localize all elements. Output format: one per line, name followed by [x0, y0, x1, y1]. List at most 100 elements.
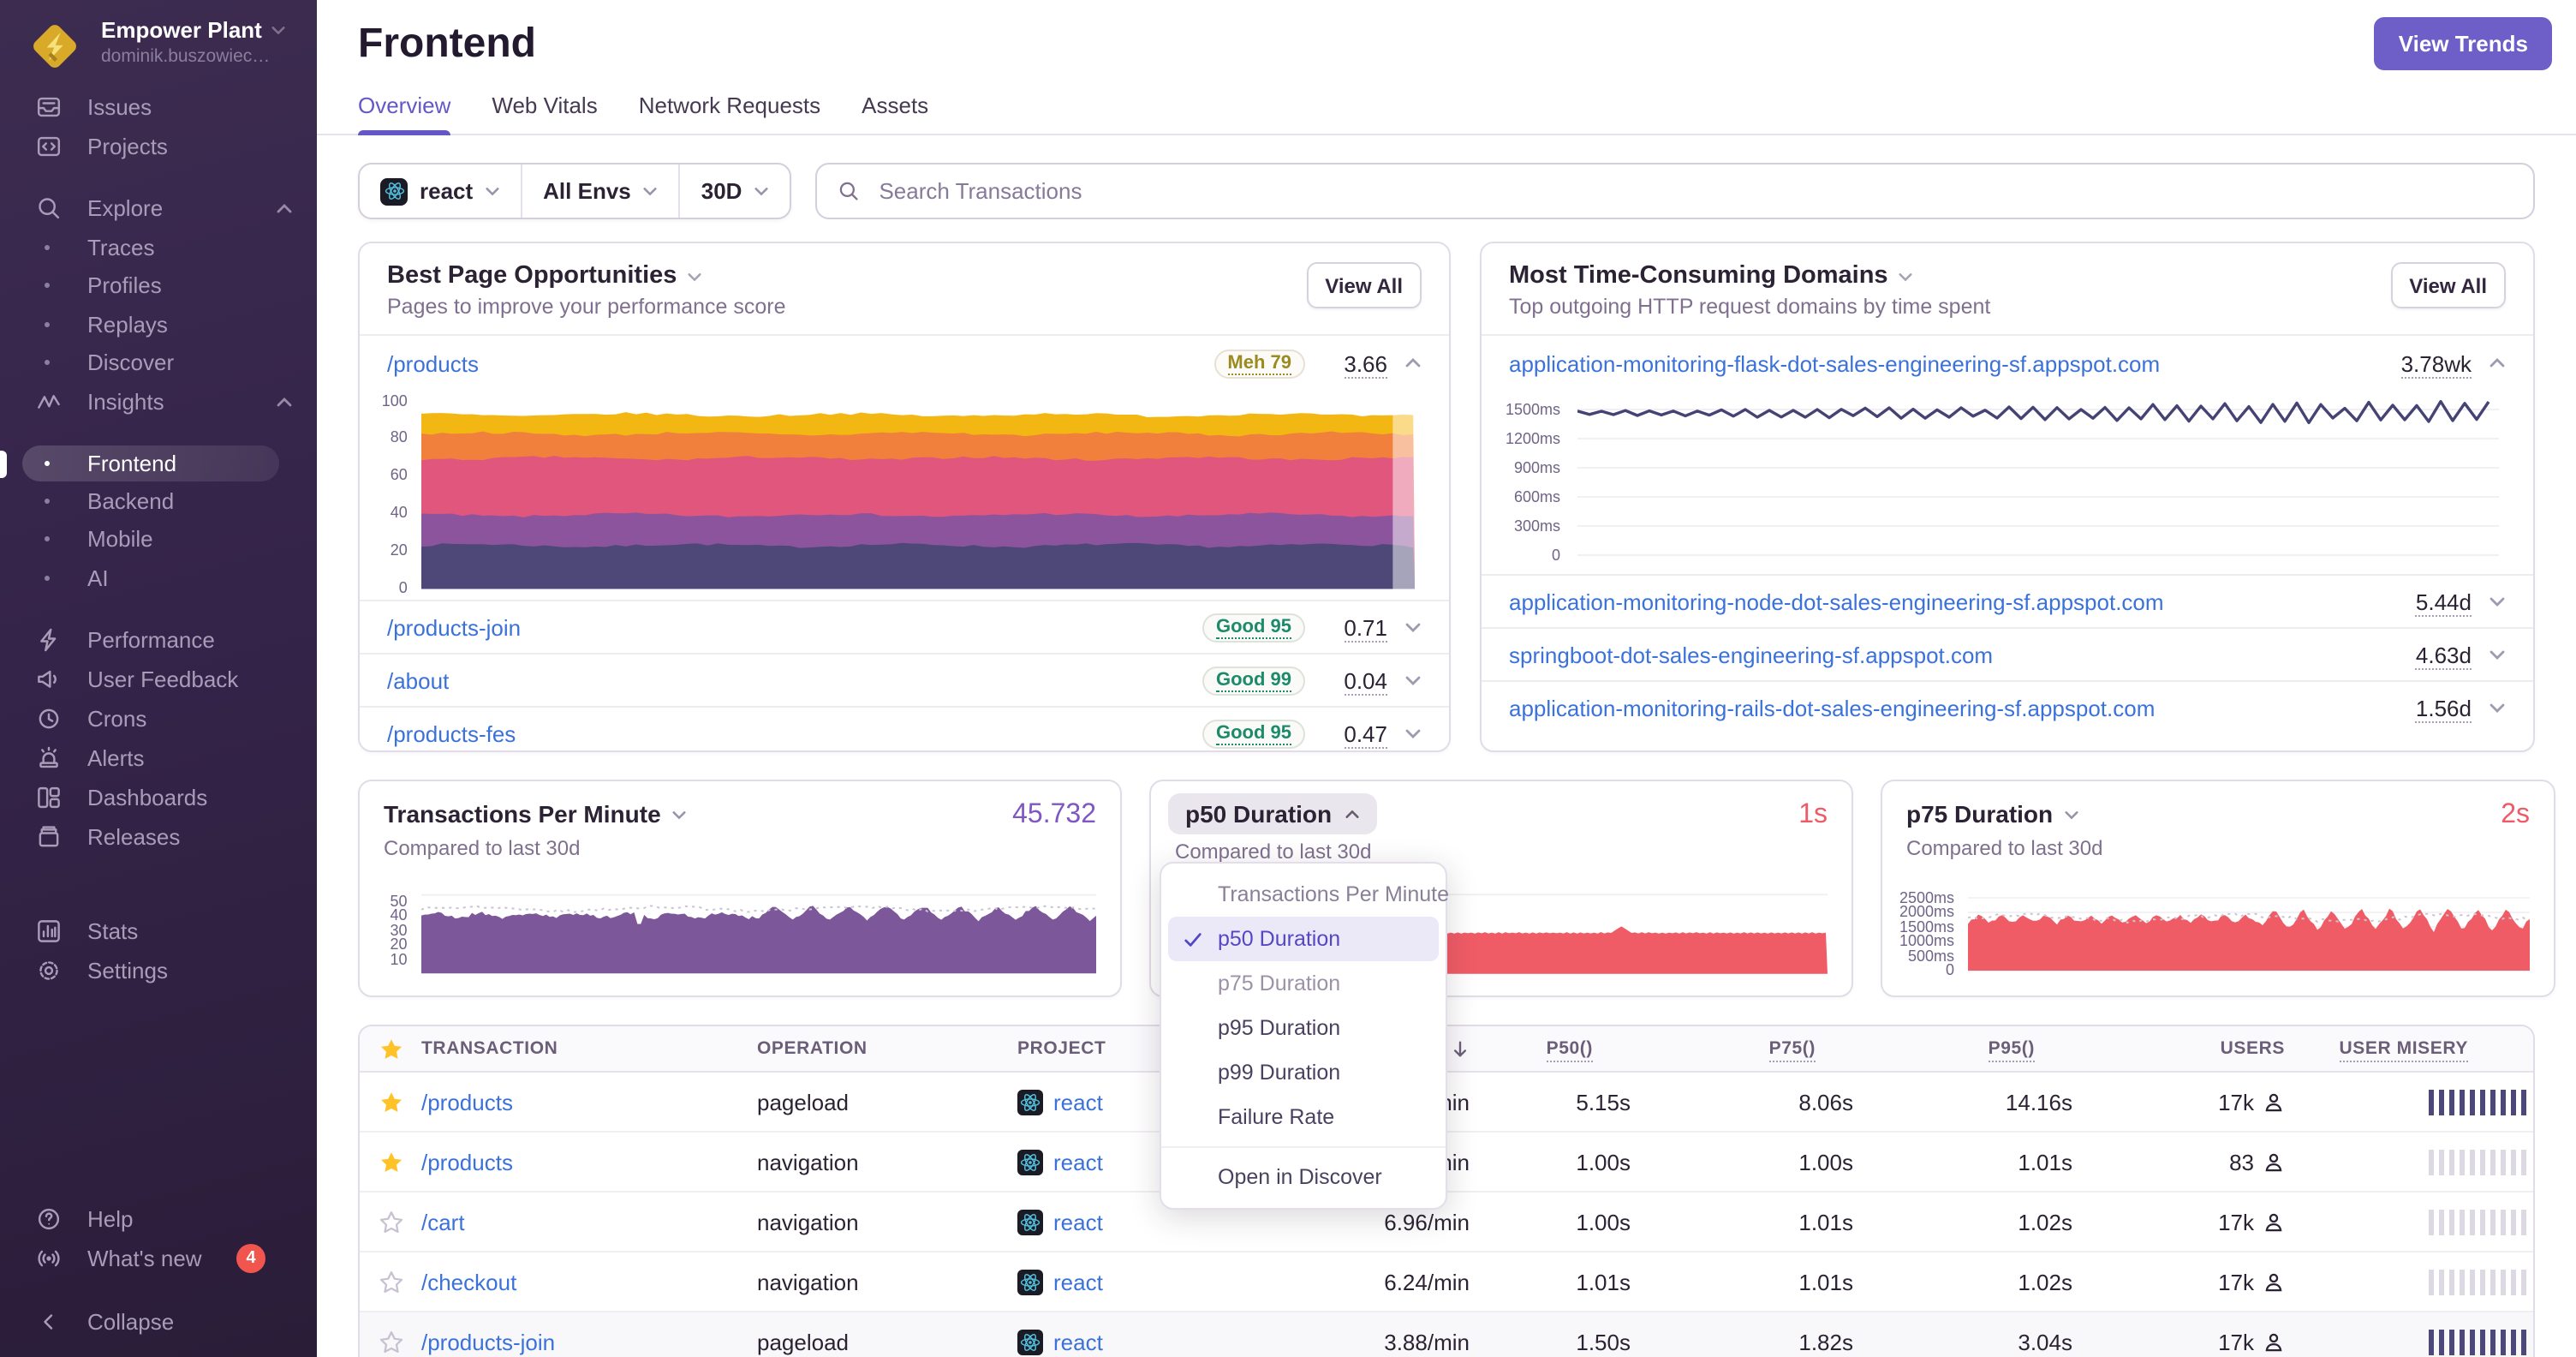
table-row: /products-join pageload react 3.88/min 1.50s…: [360, 1312, 2533, 1357]
opportunity-score-value: 0.71: [1326, 614, 1387, 642]
p75-chart[interactable]: 2500ms 2000ms 1500ms 1000ms 500ms 0: [1899, 889, 2530, 978]
operation-cell: navigation: [757, 1209, 859, 1234]
star-outline-icon[interactable]: [360, 1269, 421, 1294]
sidebar-item-stats[interactable]: Stats: [0, 911, 317, 950]
sidebar-item-frontend[interactable]: Frontend: [0, 445, 279, 481]
domain-time-chart[interactable]: 1500ms 1200ms 900ms 600ms 300ms 0: [1482, 391, 2533, 574]
best-pages-title-dropdown[interactable]: Best Page Opportunities: [387, 262, 1306, 290]
sidebar-item-settings[interactable]: Settings: [0, 950, 317, 989]
tab-overview[interactable]: Overview: [358, 93, 451, 135]
domain-link[interactable]: springboot-dot-sales-engineering-sf.apps…: [1509, 642, 1993, 667]
transaction-link[interactable]: /cart: [421, 1209, 465, 1234]
sidebar-item-label: Crons: [87, 705, 147, 731]
domains-view-all-button[interactable]: View All: [2390, 262, 2506, 308]
sidebar-item-discover[interactable]: Discover: [0, 344, 317, 382]
domains-rows: application-monitoring-node-dot-sales-en…: [1482, 574, 2533, 733]
table-header-p75-[interactable]: P75(): [1637, 1038, 1860, 1062]
sidebar-item-dashboards[interactable]: Dashboards: [0, 777, 317, 816]
sidebar-item-explore[interactable]: Explore: [0, 188, 317, 228]
axis-tick-label: 0: [1945, 961, 1954, 978]
domain-link[interactable]: application-monitoring-node-dot-sales-en…: [1509, 589, 2164, 614]
sidebar-item-issues[interactable]: Issues: [0, 87, 317, 127]
sidebar-item-backend[interactable]: Backend: [0, 481, 317, 520]
sidebar-item-performance[interactable]: Performance: [0, 619, 317, 659]
tab-network-requests[interactable]: Network Requests: [639, 93, 820, 134]
chevron-down-icon[interactable]: [1404, 672, 1422, 689]
sidebar-item-profiles[interactable]: Profiles: [0, 266, 317, 305]
star-outline-icon[interactable]: [360, 1329, 421, 1354]
chevron-up-icon[interactable]: [2489, 355, 2506, 372]
page-score-chart[interactable]: 100 80 60 40 20 0: [360, 391, 1449, 600]
sidebar-item-user-feedback[interactable]: User Feedback: [0, 659, 317, 698]
menu-item-p75-duration[interactable]: p75 Duration: [1168, 961, 1439, 1006]
transaction-link[interactable]: /products-join: [421, 1329, 555, 1354]
project-link[interactable]: react: [1053, 1089, 1103, 1115]
sidebar-section: Explore Traces Profiles Replays Discover Insi…: [0, 188, 317, 597]
table-header-user-misery[interactable]: USER MISERY: [2292, 1038, 2533, 1062]
transaction-link[interactable]: /products: [387, 350, 479, 376]
tpm-chart[interactable]: 50 40 30 20 10: [384, 884, 1096, 975]
sidebar-item-releases[interactable]: Releases: [0, 816, 317, 856]
sidebar-item-alerts[interactable]: Alerts: [0, 738, 317, 777]
domain-link[interactable]: application-monitoring-rails-dot-sales-e…: [1509, 695, 2155, 720]
sidebar-item-collapse[interactable]: Collapse: [0, 1302, 317, 1342]
react-icon: [1017, 1149, 1043, 1175]
chevron-down-icon[interactable]: [1404, 619, 1422, 636]
user-icon: [2263, 1270, 2285, 1293]
sidebar-item-whats-new[interactable]: What's new 4: [0, 1239, 317, 1278]
user-misery-bars: [2292, 1149, 2533, 1175]
org-switcher[interactable]: Empower Plant dominik.buszowiec…: [0, 0, 317, 75]
domains-title-dropdown[interactable]: Most Time-Consuming Domains: [1509, 262, 2390, 290]
project-filter[interactable]: react: [360, 164, 521, 218]
table-header-p50-[interactable]: P50(): [1473, 1038, 1637, 1062]
tab-web-vitals[interactable]: Web Vitals: [492, 93, 597, 134]
sidebar-item-replays[interactable]: Replays: [0, 305, 317, 344]
table-header-p95-[interactable]: P95(): [1860, 1038, 2079, 1062]
menu-item-p99-duration[interactable]: p99 Duration: [1168, 1050, 1439, 1095]
transaction-link[interactable]: /checkout: [421, 1269, 516, 1294]
chevron-down-icon[interactable]: [2489, 593, 2506, 610]
project-link[interactable]: react: [1053, 1269, 1103, 1294]
project-link[interactable]: react: [1053, 1149, 1103, 1175]
menu-item-p95-duration[interactable]: p95 Duration: [1168, 1006, 1439, 1050]
environment-filter[interactable]: All Envs: [521, 164, 679, 218]
transaction-link[interactable]: /products: [421, 1149, 513, 1175]
search-input[interactable]: [875, 176, 2513, 206]
chevron-down-icon[interactable]: [1404, 725, 1422, 742]
menu-item-transactions-per-minute[interactable]: Transactions Per Minute: [1168, 872, 1449, 917]
metric-title: p50 Duration: [1185, 800, 1333, 828]
date-range-filter[interactable]: 30D: [678, 164, 790, 218]
tpm-metric-dropdown[interactable]: Transactions Per Minute: [384, 800, 687, 828]
p50-metric-dropdown-trigger[interactable]: p50 Duration: [1168, 793, 1377, 834]
menu-item-open-in-discover[interactable]: Open in Discover: [1168, 1155, 1439, 1199]
view-trends-button[interactable]: View Trends: [2374, 17, 2552, 70]
sidebar-item-crons[interactable]: Crons: [0, 698, 317, 738]
transaction-link[interactable]: /products-fes: [387, 720, 516, 746]
react-icon: [1017, 1089, 1043, 1115]
chevron-down-icon[interactable]: [2489, 699, 2506, 716]
project-link[interactable]: react: [1053, 1329, 1103, 1354]
sidebar-item-mobile[interactable]: Mobile: [0, 520, 317, 559]
sidebar-item-help[interactable]: Help: [0, 1199, 317, 1239]
transaction-link[interactable]: /products: [421, 1089, 513, 1115]
star-filled-icon[interactable]: [360, 1089, 421, 1115]
star-outline-icon[interactable]: [360, 1209, 421, 1234]
domain-link[interactable]: application-monitoring-flask-dot-sales-e…: [1509, 350, 2160, 376]
p75-metric-panel: p75 Duration 2s Compared to last 30d 250…: [1881, 780, 2555, 997]
sidebar-item-traces[interactable]: Traces: [0, 228, 317, 266]
chevron-up-icon[interactable]: [1404, 355, 1422, 372]
project-link[interactable]: react: [1053, 1209, 1103, 1234]
star-filled-icon[interactable]: [360, 1149, 421, 1175]
sidebar-item-insights[interactable]: Insights: [0, 382, 317, 421]
chevron-down-icon[interactable]: [2489, 646, 2506, 663]
transaction-link[interactable]: /products-join: [387, 614, 521, 640]
menu-item-p50-duration[interactable]: p50 Duration: [1168, 917, 1439, 961]
tab-assets[interactable]: Assets: [862, 93, 928, 134]
p75-metric-dropdown[interactable]: p75 Duration: [1906, 800, 2078, 828]
p50-cell: 1.01s: [1576, 1269, 1631, 1294]
transaction-link[interactable]: /about: [387, 667, 449, 693]
sidebar-item-projects[interactable]: Projects: [0, 127, 317, 166]
sidebar-item-ai[interactable]: AI: [0, 559, 317, 597]
best-pages-view-all-button[interactable]: View All: [1306, 262, 1422, 308]
menu-item-failure-rate[interactable]: Failure Rate: [1168, 1095, 1439, 1139]
